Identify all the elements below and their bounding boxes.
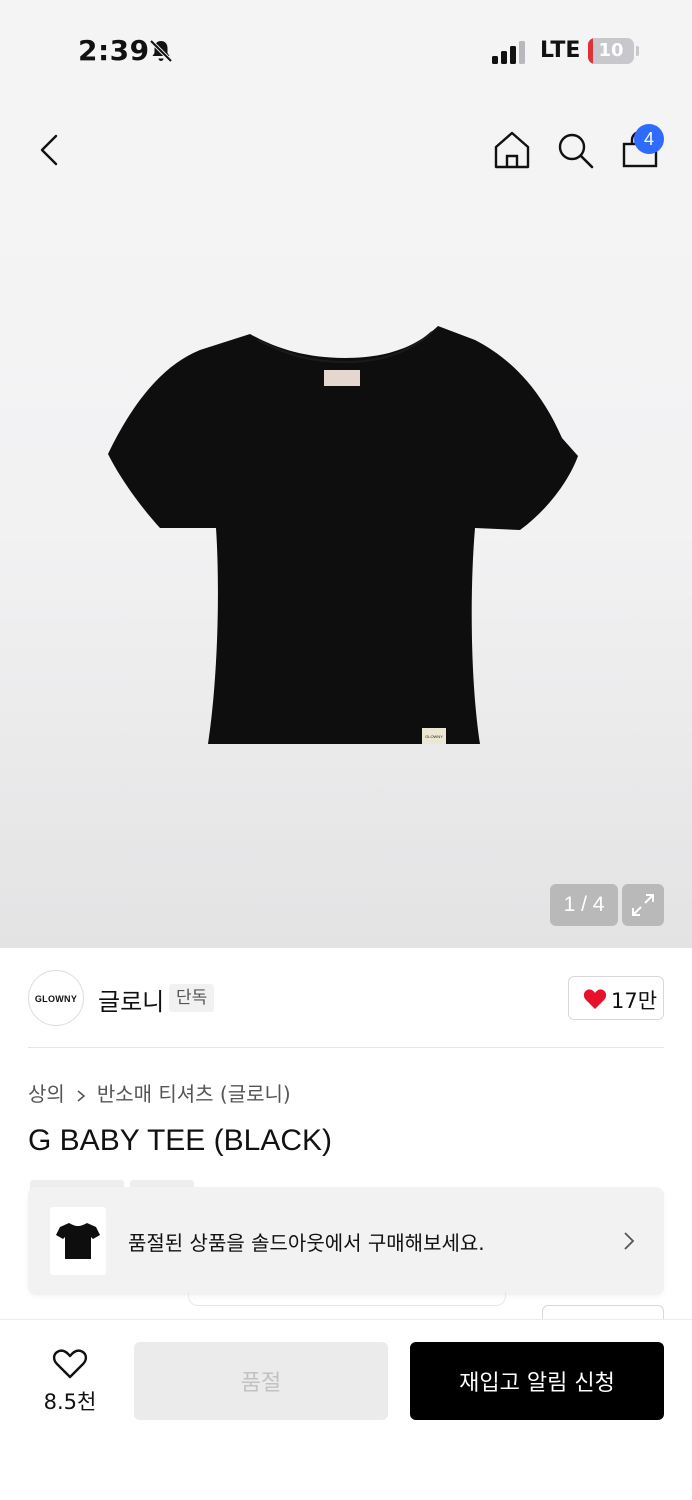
bell-muted-icon: [149, 39, 173, 63]
signal-icon: [492, 41, 525, 64]
breadcrumb-item-subcategory[interactable]: 반소매 티셔츠 (글로니): [97, 1082, 291, 1106]
banner-thumbnail: [50, 1207, 106, 1275]
battery-nub: [636, 46, 639, 56]
expand-icon: [632, 894, 654, 916]
bottom-action-bar: 8.5천 품절 재입고 알림 신청: [0, 1319, 692, 1500]
divider: [28, 1047, 664, 1048]
battery-icon: 10: [588, 38, 634, 64]
neck-label: [324, 370, 360, 386]
soldout-banner-text: 품절된 상품을 솔드아웃에서 구매해보세요.: [128, 1231, 485, 1255]
product-title: G BABY TEE (BLACK): [28, 1124, 332, 1157]
brand-name[interactable]: 글로니: [98, 982, 164, 1017]
coupon-button[interactable]: [542, 1305, 664, 1319]
back-icon[interactable]: [30, 130, 70, 170]
cart-count-badge: 4: [634, 124, 664, 154]
product-gallery[interactable]: GLOWNY 1 / 4: [0, 100, 692, 948]
status-time: 2:39: [78, 34, 150, 67]
tshirt-thumbnail: [56, 1223, 100, 1259]
breadcrumb: 상의 반소매 티셔츠 (글로니): [28, 1078, 291, 1107]
brand-logo[interactable]: GLOWNY: [28, 970, 84, 1026]
heart-outline-icon[interactable]: [52, 1348, 88, 1380]
hem-tag-text: GLOWNY: [425, 734, 443, 739]
network-label: LTE: [540, 38, 581, 63]
home-icon[interactable]: [492, 130, 532, 170]
chevron-right-icon: [624, 1232, 635, 1250]
image-counter: 1 / 4: [550, 884, 618, 926]
wish-count: 8.5천: [43, 1390, 97, 1414]
popup-edge: [188, 1292, 506, 1306]
expand-button[interactable]: [622, 884, 664, 926]
search-icon[interactable]: [555, 130, 595, 170]
restock-alert-button[interactable]: 재입고 알림 신청: [410, 1342, 664, 1420]
battery-percent: 10: [598, 40, 624, 61]
breadcrumb-item-category[interactable]: 상의: [28, 1082, 65, 1106]
brand-like-count: 17만: [611, 989, 658, 1013]
brand-like-button[interactable]: 17만: [568, 976, 664, 1020]
tshirt-shape: [108, 326, 578, 744]
exclusive-badge: 단독: [169, 984, 215, 1012]
soldout-banner[interactable]: 품절된 상품을 솔드아웃에서 구매해보세요.: [28, 1187, 664, 1295]
heart-filled-icon: [583, 989, 607, 1009]
product-image[interactable]: GLOWNY: [100, 318, 590, 756]
chevron-right-icon: [77, 1089, 86, 1102]
soldout-button[interactable]: 품절: [134, 1342, 388, 1420]
status-bar: 2:39 LTE 10: [0, 0, 692, 100]
